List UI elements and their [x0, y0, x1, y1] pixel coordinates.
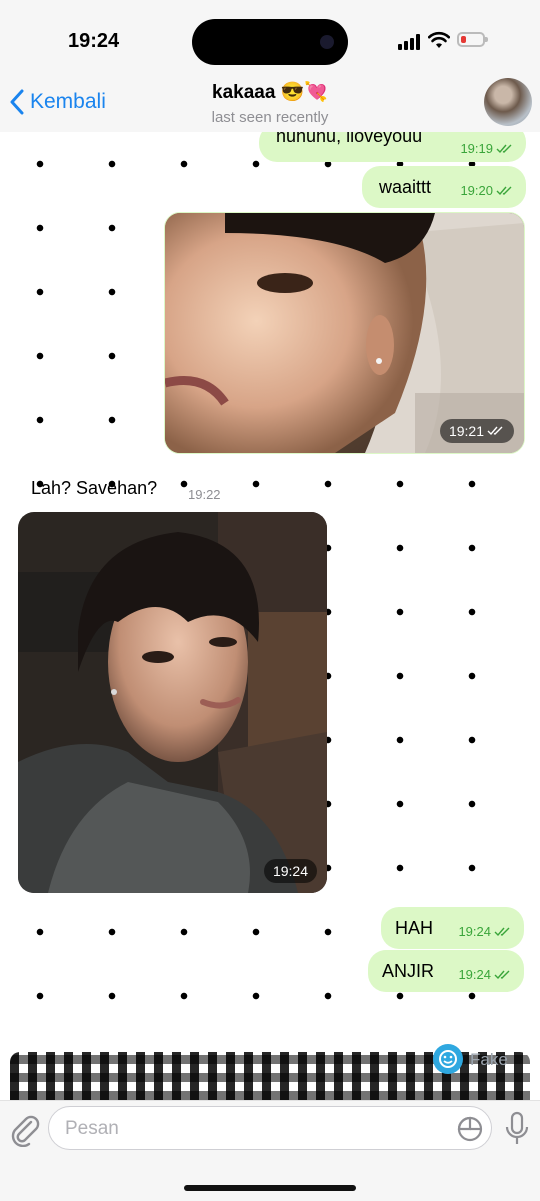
photo-image — [18, 512, 327, 893]
home-indicator[interactable] — [184, 1185, 356, 1191]
message-text: huhuhu, iloveyouu — [276, 132, 423, 146]
incoming-photo[interactable]: 19:24 — [18, 512, 327, 893]
message-time: 19:20 — [460, 183, 493, 198]
message-time: 19:24 — [272, 863, 308, 879]
contact-avatar[interactable] — [484, 78, 532, 126]
dynamic-island — [192, 19, 348, 65]
photo-timestamp: 19:24 — [263, 859, 317, 883]
message-input[interactable] — [63, 1116, 447, 1142]
composer-bar — [0, 1100, 540, 1201]
signal-icon — [398, 34, 422, 50]
message-time: 19:19 — [460, 141, 493, 156]
camera-icon — [320, 35, 334, 49]
message-list[interactable]: huhuhu, iloveyouu 19:19 waaittt 19:20 19… — [0, 132, 540, 1100]
photo-image — [165, 213, 524, 453]
smiley-icon — [433, 1044, 463, 1074]
status-bar: 19:24 — [0, 0, 540, 80]
photo-timestamp: 19:21 — [439, 419, 514, 443]
contact-name[interactable]: kakaaa 😎💘 — [0, 80, 540, 104]
last-seen-status: last seen recently — [211, 109, 329, 126]
message-meta: 19:24 — [458, 924, 512, 939]
outgoing-message[interactable]: HAH 19:24 — [381, 907, 524, 949]
microphone-icon[interactable] — [505, 1111, 529, 1147]
message-input-field[interactable] — [48, 1106, 492, 1150]
double-check-icon — [494, 927, 510, 936]
battery-icon — [457, 32, 488, 47]
message-time: 19:24 — [458, 967, 491, 982]
message-meta: 19:20 — [460, 183, 514, 198]
double-check-icon — [487, 426, 503, 436]
clock: 19:24 — [68, 30, 120, 52]
message-time: 19:24 — [458, 924, 491, 939]
message-text: HAH — [395, 918, 434, 938]
message-meta: 19:19 — [460, 141, 514, 156]
wifi-icon — [428, 31, 450, 48]
fake-watermark: Fake — [470, 1050, 508, 1069]
outgoing-message[interactable]: ANJIR 19:24 — [368, 950, 524, 992]
message-text: ANJIR — [382, 961, 435, 981]
outgoing-message[interactable]: huhuhu, iloveyouu 19:19 — [259, 132, 526, 162]
message-time: 19:21 — [448, 423, 484, 439]
double-check-icon — [494, 970, 510, 979]
chat-header: Kembali kakaaa 😎💘 last seen recently — [0, 80, 540, 132]
outgoing-message[interactable]: waaittt 19:20 — [362, 166, 526, 208]
incoming-message-text[interactable]: Lah? Savehan? — [31, 478, 157, 499]
outgoing-photo[interactable]: 19:21 — [164, 212, 525, 454]
message-text: waaittt — [379, 177, 432, 197]
sticker-icon[interactable] — [457, 1116, 483, 1142]
double-check-icon — [496, 144, 512, 153]
message-time: 19:22 — [188, 487, 221, 502]
paperclip-icon[interactable] — [9, 1113, 41, 1147]
message-meta: 19:24 — [458, 967, 512, 982]
double-check-icon — [496, 186, 512, 195]
